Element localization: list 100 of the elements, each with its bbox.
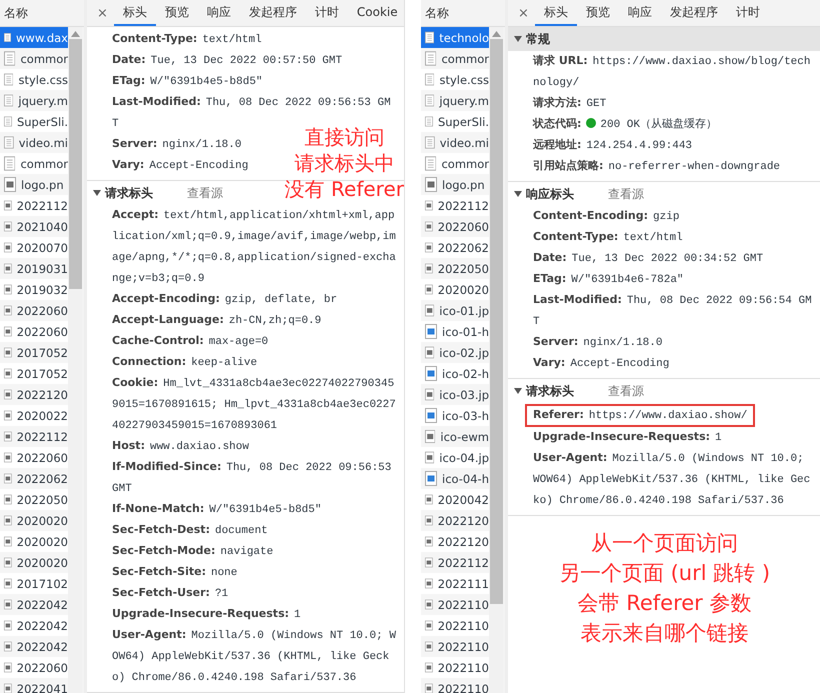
header-entry: Referer: https://www.daxiao.show/ bbox=[525, 404, 756, 427]
tab[interactable]: 发起程序 bbox=[660, 0, 727, 26]
view-source-link[interactable]: 查看源 bbox=[608, 186, 644, 202]
file-row[interactable]: style.css bbox=[0, 69, 68, 90]
expand-triangle-icon[interactable] bbox=[514, 36, 522, 42]
file-row[interactable]: SuperSli. bbox=[0, 111, 68, 132]
image-icon bbox=[4, 345, 12, 360]
tab[interactable]: 预览 bbox=[576, 0, 619, 26]
document-icon bbox=[4, 114, 12, 129]
file-row[interactable]: commor bbox=[421, 153, 489, 174]
document-icon bbox=[425, 156, 436, 171]
file-row[interactable]: 2020042 bbox=[421, 489, 489, 510]
file-row[interactable]: 2022112 bbox=[421, 195, 489, 216]
file-row[interactable]: 2017102 bbox=[0, 573, 68, 594]
image-icon bbox=[4, 576, 12, 591]
file-row[interactable]: SuperSli. bbox=[421, 111, 489, 132]
tab[interactable]: 发起程序 bbox=[240, 0, 306, 26]
image-icon bbox=[4, 534, 12, 549]
image-icon bbox=[425, 618, 433, 633]
image-icon bbox=[425, 513, 433, 528]
file-row[interactable]: 2022060 bbox=[0, 447, 68, 468]
file-row[interactable]: 2022062 bbox=[421, 237, 489, 258]
file-row[interactable]: ico-03-h bbox=[421, 405, 489, 426]
header-entry: Date: Tue, 13 Dec 2022 00:57:50 GMT bbox=[112, 52, 342, 69]
section-title[interactable]: 请求标头 bbox=[105, 184, 153, 202]
header-entry: Upgrade-Insecure-Requests: 1 bbox=[112, 606, 301, 623]
expand-triangle-icon[interactable] bbox=[93, 190, 101, 196]
file-row[interactable]: 2022050 bbox=[0, 489, 68, 510]
image-icon bbox=[4, 639, 12, 654]
document-icon bbox=[425, 30, 434, 45]
close-button[interactable]: × bbox=[512, 0, 535, 26]
file-row[interactable]: style.css bbox=[421, 69, 489, 90]
section-title[interactable]: 请求标头 bbox=[526, 382, 574, 400]
file-row[interactable]: ico-01-h bbox=[421, 321, 489, 342]
image-icon bbox=[4, 366, 12, 381]
view-source-link[interactable]: 查看源 bbox=[608, 382, 644, 400]
file-row[interactable]: 2022112 bbox=[0, 195, 68, 216]
section-title[interactable]: 常规 bbox=[526, 30, 550, 48]
tab[interactable]: 标头 bbox=[114, 0, 156, 26]
image-icon bbox=[4, 177, 16, 192]
expand-triangle-icon[interactable] bbox=[514, 191, 522, 197]
tab[interactable]: 计时 bbox=[726, 0, 769, 26]
expand-triangle-icon[interactable] bbox=[514, 388, 522, 394]
status-dot-icon bbox=[586, 118, 596, 128]
file-row[interactable]: 2022042 bbox=[0, 615, 68, 636]
view-source-link[interactable]: 查看源 bbox=[187, 184, 223, 202]
image-icon bbox=[425, 345, 434, 360]
image-icon bbox=[4, 492, 12, 507]
tab[interactable]: 响应 bbox=[198, 0, 240, 26]
image-icon bbox=[425, 639, 433, 654]
file-row[interactable]: 2022110 bbox=[421, 657, 489, 678]
header-entry: Content-Type: text/html bbox=[533, 229, 683, 246]
image-icon bbox=[4, 681, 12, 693]
file-row[interactable]: 2017052 bbox=[0, 363, 68, 384]
file-row[interactable]: 2022110 bbox=[421, 615, 489, 636]
header-entry: Vary: Accept-Encoding bbox=[112, 157, 248, 174]
annotation-text: 会带 Referer 参数 bbox=[576, 590, 752, 617]
file-row[interactable]: 2020070 bbox=[0, 237, 68, 258]
file-row[interactable]: ico-04.jp bbox=[421, 447, 489, 468]
header-name: 状态代码: bbox=[533, 117, 582, 130]
header-entry: Sec-Fetch-Mode: navigate bbox=[112, 543, 274, 560]
image-icon bbox=[4, 429, 12, 444]
file-row[interactable]: 2022120 bbox=[421, 531, 489, 552]
image-icon bbox=[425, 219, 433, 234]
file-row[interactable]: technolo bbox=[421, 27, 489, 48]
image-icon bbox=[4, 219, 12, 234]
header-entry: Date: Tue, 13 Dec 2022 00:34:52 GMT bbox=[533, 250, 764, 267]
file-row[interactable]: 2022060 bbox=[0, 321, 68, 342]
annotation-text: 另一个页面 (url 跳转 ) bbox=[558, 560, 772, 587]
file-row[interactable]: 2020020 bbox=[0, 531, 68, 552]
image-icon bbox=[4, 555, 12, 570]
header-entry: 请求 URL: https://www.daxiao.show/blog/technology/ bbox=[533, 53, 812, 91]
tab[interactable]: 预览 bbox=[156, 0, 198, 26]
file-row[interactable]: 2022111 bbox=[421, 573, 489, 594]
image-icon bbox=[425, 261, 433, 276]
image-icon bbox=[4, 261, 12, 276]
close-button[interactable]: × bbox=[91, 0, 114, 26]
tab[interactable]: 计时 bbox=[306, 0, 348, 26]
file-row[interactable]: 2019032 bbox=[0, 279, 68, 300]
file-row[interactable]: 2020020 bbox=[421, 279, 489, 300]
image-icon bbox=[425, 366, 437, 381]
header-entry: Accept-Encoding: gzip, deflate, br bbox=[112, 291, 338, 308]
file-row[interactable]: 2022060 bbox=[0, 657, 68, 678]
file-row[interactable]: www.dax bbox=[0, 27, 68, 48]
section-title[interactable]: 响应标头 bbox=[526, 186, 574, 202]
image-icon bbox=[4, 387, 12, 402]
document-icon bbox=[425, 72, 434, 87]
image-icon bbox=[4, 597, 12, 612]
image-icon bbox=[425, 387, 434, 402]
image-icon bbox=[425, 240, 433, 255]
document-icon bbox=[425, 93, 434, 108]
annotation-text: 没有 Referer bbox=[284, 176, 404, 202]
file-row[interactable]: ico-02-h bbox=[421, 363, 489, 384]
header-entry: ETag: W/"6391b4e5-b8d5" bbox=[112, 73, 263, 90]
tab[interactable]: 响应 bbox=[618, 0, 661, 26]
tab[interactable]: Cookie bbox=[348, 0, 404, 26]
image-icon bbox=[425, 303, 434, 318]
file-row[interactable]: commor bbox=[0, 153, 68, 174]
header-entry: User-Agent: Mozilla/5.0 (Windows NT 10.0; WOW64) AppleWebKit/537.36 (KHTML, like Gecko) Chrome/86.0.4240.198 Safari/537.36 bbox=[112, 627, 396, 686]
file-row[interactable]: 2020022 bbox=[0, 405, 68, 426]
